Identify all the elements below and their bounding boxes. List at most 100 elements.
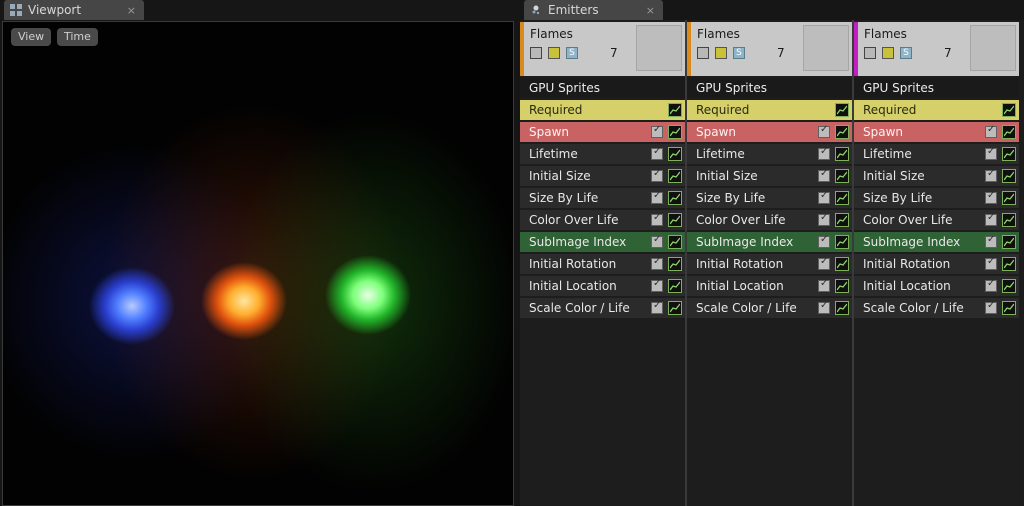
emitter-header[interactable]: Flames S 7 <box>854 22 1019 76</box>
checkbox-icon[interactable] <box>651 190 663 204</box>
curve-editor-icon[interactable] <box>835 169 849 183</box>
module-row[interactable]: Lifetime <box>520 144 685 164</box>
module-row[interactable]: Initial Size <box>520 166 685 186</box>
module-row[interactable]: Color Over Life <box>854 210 1019 230</box>
checkbox-icon[interactable] <box>651 234 663 248</box>
module-row[interactable]: Required <box>854 100 1019 120</box>
type-data-module[interactable]: GPU Sprites <box>687 78 852 98</box>
curve-editor-icon[interactable] <box>1002 279 1016 293</box>
checkbox-icon[interactable] <box>651 256 663 270</box>
module-row[interactable]: Size By Life <box>520 188 685 208</box>
grid-icon[interactable] <box>715 47 727 59</box>
checkbox-icon[interactable] <box>864 47 876 59</box>
curve-editor-icon[interactable] <box>835 103 849 117</box>
checkbox-icon[interactable] <box>530 47 542 59</box>
module-row[interactable]: Required <box>520 100 685 120</box>
tab-viewport[interactable]: Viewport × <box>4 0 144 20</box>
module-row[interactable]: Initial Rotation <box>520 254 685 274</box>
curve-editor-icon[interactable] <box>1002 125 1016 139</box>
checkbox-icon[interactable] <box>697 47 709 59</box>
checkbox-icon[interactable] <box>651 212 663 226</box>
curve-editor-icon[interactable] <box>835 125 849 139</box>
view-button[interactable]: View <box>11 28 52 46</box>
module-row[interactable]: Initial Size <box>687 166 852 186</box>
curve-editor-icon[interactable] <box>668 213 682 227</box>
curve-editor-icon[interactable] <box>668 301 682 315</box>
curve-editor-icon[interactable] <box>668 191 682 205</box>
curve-editor-icon[interactable] <box>668 125 682 139</box>
curve-editor-icon[interactable] <box>1002 257 1016 271</box>
module-row[interactable]: SubImage Index <box>854 232 1019 252</box>
checkbox-icon[interactable] <box>818 212 830 226</box>
curve-editor-icon[interactable] <box>1002 213 1016 227</box>
tab-emitters[interactable]: Emitters × <box>524 0 663 20</box>
checkbox-icon[interactable] <box>985 256 997 270</box>
module-row[interactable]: Spawn <box>854 122 1019 142</box>
module-row[interactable]: Spawn <box>520 122 685 142</box>
module-row[interactable]: Scale Color / Life <box>854 298 1019 318</box>
checkbox-icon[interactable] <box>651 278 663 292</box>
curve-editor-icon[interactable] <box>668 169 682 183</box>
solo-icon[interactable]: S <box>900 47 912 59</box>
module-row[interactable]: Size By Life <box>854 188 1019 208</box>
checkbox-icon[interactable] <box>985 190 997 204</box>
checkbox-icon[interactable] <box>651 168 663 182</box>
grid-icon[interactable] <box>548 47 560 59</box>
solo-icon[interactable]: S <box>566 47 578 59</box>
curve-editor-icon[interactable] <box>1002 235 1016 249</box>
checkbox-icon[interactable] <box>985 168 997 182</box>
curve-editor-icon[interactable] <box>1002 301 1016 315</box>
checkbox-icon[interactable] <box>985 234 997 248</box>
checkbox-icon[interactable] <box>818 234 830 248</box>
curve-editor-icon[interactable] <box>835 301 849 315</box>
module-row[interactable]: Initial Rotation <box>854 254 1019 274</box>
checkbox-icon[interactable] <box>651 300 663 314</box>
module-row[interactable]: Initial Location <box>520 276 685 296</box>
emitter-header[interactable]: Flames S 7 <box>520 22 685 76</box>
type-data-module[interactable]: GPU Sprites <box>854 78 1019 98</box>
curve-editor-icon[interactable] <box>835 147 849 161</box>
curve-editor-icon[interactable] <box>668 103 682 117</box>
checkbox-icon[interactable] <box>985 278 997 292</box>
curve-editor-icon[interactable] <box>1002 191 1016 205</box>
checkbox-icon[interactable] <box>651 146 663 160</box>
checkbox-icon[interactable] <box>818 278 830 292</box>
grid-icon[interactable] <box>882 47 894 59</box>
checkbox-icon[interactable] <box>818 256 830 270</box>
solo-icon[interactable]: S <box>733 47 745 59</box>
module-row[interactable]: SubImage Index <box>687 232 852 252</box>
checkbox-icon[interactable] <box>985 146 997 160</box>
curve-editor-icon[interactable] <box>668 235 682 249</box>
emitter-header[interactable]: Flames S 7 <box>687 22 852 76</box>
checkbox-icon[interactable] <box>985 212 997 226</box>
checkbox-icon[interactable] <box>818 168 830 182</box>
curve-editor-icon[interactable] <box>835 279 849 293</box>
checkbox-icon[interactable] <box>818 124 830 138</box>
module-row[interactable]: Required <box>687 100 852 120</box>
checkbox-icon[interactable] <box>985 124 997 138</box>
checkbox-icon[interactable] <box>818 146 830 160</box>
module-row[interactable]: Initial Size <box>854 166 1019 186</box>
module-row[interactable]: Initial Rotation <box>687 254 852 274</box>
curve-editor-icon[interactable] <box>668 279 682 293</box>
curve-editor-icon[interactable] <box>1002 169 1016 183</box>
module-row[interactable]: Scale Color / Life <box>687 298 852 318</box>
checkbox-icon[interactable] <box>818 190 830 204</box>
module-row[interactable]: Size By Life <box>687 188 852 208</box>
module-row[interactable]: Lifetime <box>687 144 852 164</box>
curve-editor-icon[interactable] <box>1002 147 1016 161</box>
curve-editor-icon[interactable] <box>668 147 682 161</box>
type-data-module[interactable]: GPU Sprites <box>520 78 685 98</box>
curve-editor-icon[interactable] <box>835 213 849 227</box>
module-row[interactable]: Scale Color / Life <box>520 298 685 318</box>
close-icon[interactable]: × <box>646 4 655 17</box>
viewport-canvas[interactable]: View Time <box>2 21 514 506</box>
checkbox-icon[interactable] <box>985 300 997 314</box>
curve-editor-icon[interactable] <box>835 257 849 271</box>
module-row[interactable]: Initial Location <box>854 276 1019 296</box>
module-row[interactable]: Color Over Life <box>687 210 852 230</box>
module-row[interactable]: Lifetime <box>854 144 1019 164</box>
checkbox-icon[interactable] <box>818 300 830 314</box>
curve-editor-icon[interactable] <box>668 257 682 271</box>
close-icon[interactable]: × <box>127 4 136 17</box>
